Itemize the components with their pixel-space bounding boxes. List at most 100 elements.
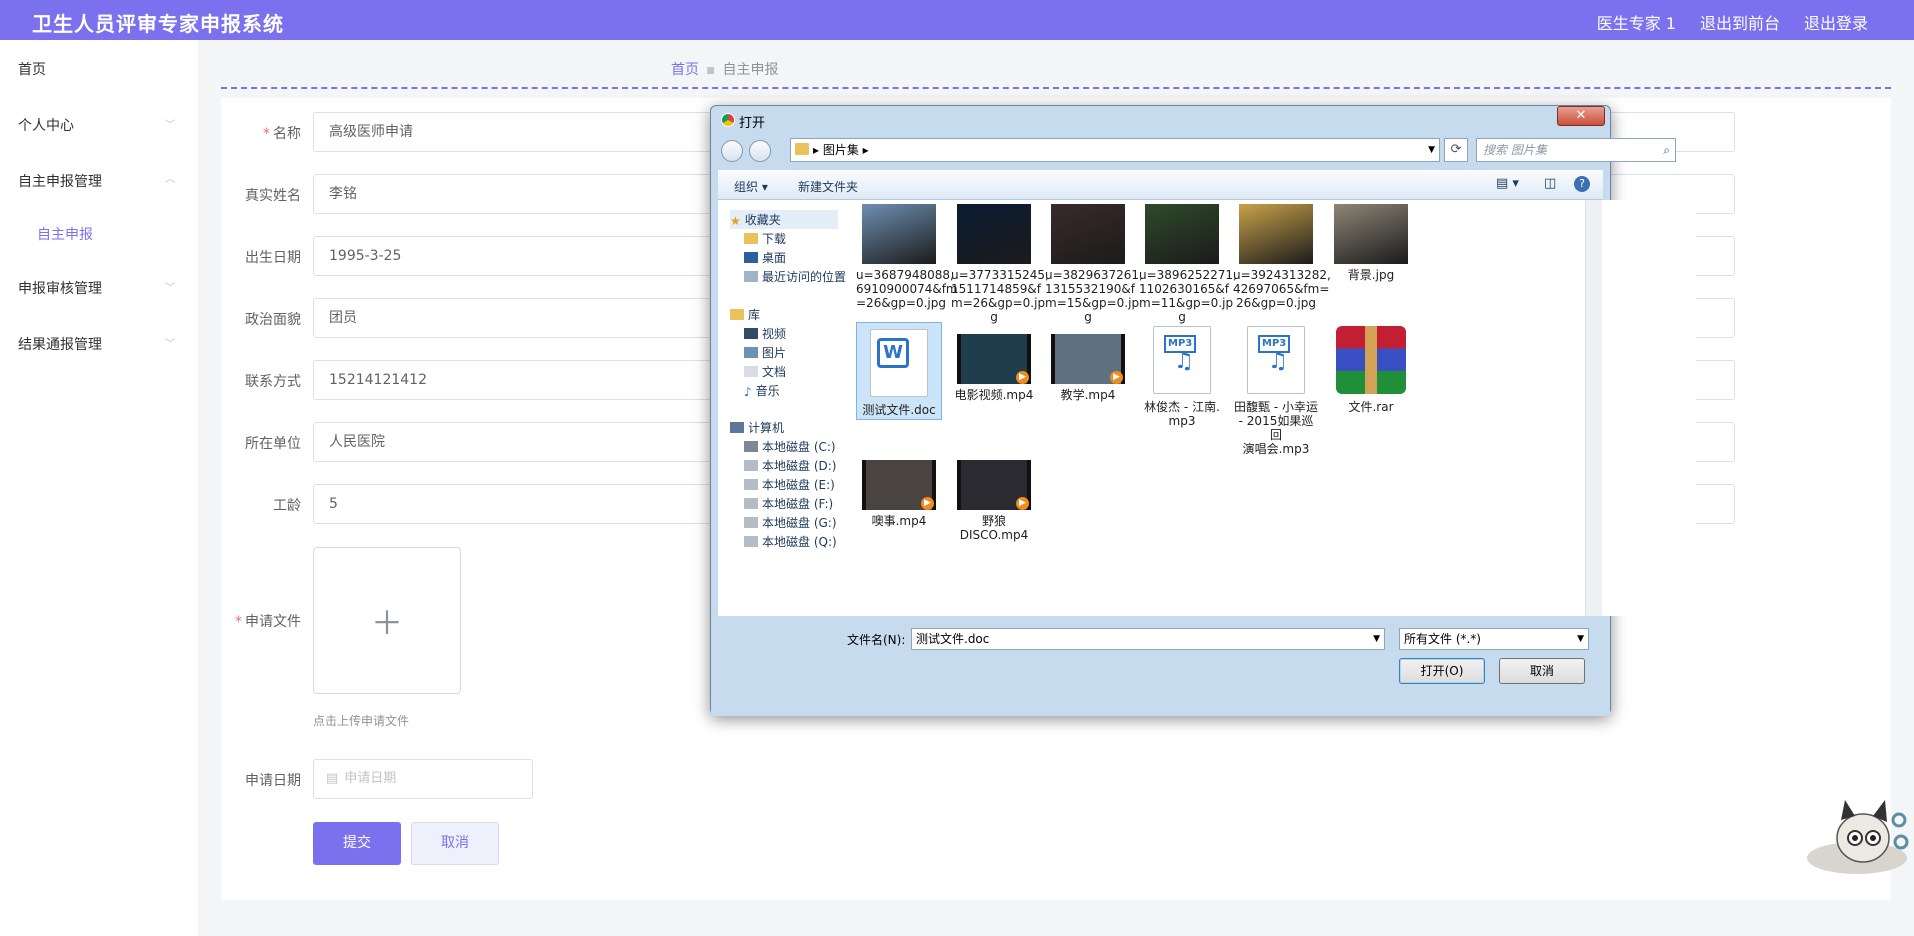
address-bar[interactable]: ▸ 图片集 ▸ ▼ xyxy=(790,138,1440,162)
breadcrumb-home[interactable]: 首页 xyxy=(671,62,699,78)
file-type-select[interactable]: 所有文件 (*.*) ▼ xyxy=(1399,628,1589,650)
filename-input[interactable]: 测试文件.doc ▼ xyxy=(911,628,1385,650)
file-name: u=3687948088, 6910900074&fm =26&gp=0.jpg xyxy=(856,268,958,310)
navigation-pane: ★ 收藏夹 下载 桌面 最近访问的位置 库 视频 图片 文档 ♪ 音乐 计算机 本地… xyxy=(718,200,856,616)
dialog-title: 打开 xyxy=(739,116,766,131)
file-name: 背景.jpg xyxy=(1347,268,1395,282)
phone-label: 联系方式 xyxy=(245,374,301,390)
breadcrumb-current: 自主申报 xyxy=(722,62,779,78)
nav-computer[interactable]: 计算机 xyxy=(730,419,784,436)
forward-button[interactable] xyxy=(749,140,771,162)
chevron-right-icon: ▸ xyxy=(813,143,823,157)
video-thumbnail-icon: ▶ xyxy=(957,334,1031,384)
file-item[interactable]: ▶ 教学.mp4 xyxy=(1045,322,1131,402)
nav-pictures[interactable]: 图片 xyxy=(744,344,786,361)
file-item[interactable]: u=3773315245, 1511714859&f m=26&gp=0.jp … xyxy=(951,204,1049,324)
preview-pane-icon[interactable]: ◫ xyxy=(1544,176,1556,191)
file-name: 田馥甄 - 小幸运 - 2015如果巡回 演唱会.mp3 xyxy=(1234,400,1318,456)
dropdown-icon[interactable]: ▼ xyxy=(1428,139,1435,161)
nav-videos[interactable]: 视频 xyxy=(744,325,786,342)
word-icon: W xyxy=(877,338,909,368)
drive-icon xyxy=(744,498,758,509)
refresh-button[interactable]: ⟳ xyxy=(1444,138,1468,162)
file-list-scrollbar[interactable] xyxy=(1585,200,1602,616)
music-note-icon: ♫ xyxy=(1268,349,1288,374)
open-button[interactable]: 打开(O) xyxy=(1399,658,1485,684)
file-item[interactable]: 背景.jpg xyxy=(1328,204,1414,282)
file-item[interactable]: u=3924313282, 42697065&fm= 26&gp=0.jpg xyxy=(1233,204,1331,310)
sidebar-item-result-mgmt[interactable]: 结果通报管理 xyxy=(18,334,102,354)
filename-label: 文件名(N): xyxy=(847,633,906,647)
nav-drive-g[interactable]: 本地磁盘 (G:) xyxy=(744,514,837,531)
file-item[interactable]: ▶ 电影视频.mp4 xyxy=(951,322,1037,402)
nav-downloads[interactable]: 下载 xyxy=(744,230,786,247)
nav-libraries[interactable]: 库 xyxy=(730,306,760,323)
play-icon: ▶ xyxy=(1110,371,1123,384)
downloads-icon xyxy=(744,233,758,244)
top-bar: 卫生人员评审专家申报系统 医生专家 1 退出到前台 退出登录 xyxy=(0,0,1914,40)
videos-icon xyxy=(744,328,758,339)
divider xyxy=(221,87,1891,89)
nav-drive-f[interactable]: 本地磁盘 (F:) xyxy=(744,495,833,512)
file-item[interactable]: u=3896252271, 1102630165&f m=11&gp=0.jp … xyxy=(1139,204,1237,324)
address-path[interactable]: 图片集 xyxy=(823,143,859,157)
back-button[interactable] xyxy=(721,140,743,162)
mp3-file-icon: MP3 ♫ xyxy=(1247,326,1305,394)
play-icon: ▶ xyxy=(1016,371,1029,384)
help-icon[interactable]: ? xyxy=(1574,176,1590,192)
file-item[interactable]: ▶ 野狼DISCO.mp4 xyxy=(951,448,1037,542)
star-icon: ★ xyxy=(730,214,741,228)
dialog-bottom: 文件名(N): 测试文件.doc ▼ 所有文件 (*.*) ▼ 打开(O) 取消 xyxy=(711,616,1610,716)
back-to-front-link[interactable]: 退出到前台 xyxy=(1700,10,1780,34)
file-item[interactable]: W 测试文件.doc xyxy=(856,322,942,420)
view-options-icon[interactable]: ▤ ▾ xyxy=(1496,176,1519,191)
desktop-icon xyxy=(744,252,758,263)
image-thumbnail xyxy=(1145,204,1219,264)
file-item[interactable]: 文件.rar xyxy=(1328,322,1414,414)
cancel-button[interactable]: 取消 xyxy=(411,822,499,865)
upload-box[interactable]: ＋ xyxy=(313,547,461,694)
dialog-close-button[interactable]: ✕ xyxy=(1557,106,1605,126)
nav-favorites[interactable]: ★ 收藏夹 xyxy=(730,210,838,229)
video-thumbnail-icon: ▶ xyxy=(957,460,1031,510)
logout-link[interactable]: 退出登录 xyxy=(1804,10,1868,34)
play-icon: ▶ xyxy=(1016,497,1029,510)
birth-label: 出生日期 xyxy=(245,250,301,266)
dropdown-icon[interactable]: ▼ xyxy=(1373,629,1380,649)
nav-music[interactable]: ♪ 音乐 xyxy=(744,382,780,399)
file-item[interactable]: MP3 ♫ 田馥甄 - 小幸运 - 2015如果巡回 演唱会.mp3 xyxy=(1233,322,1319,456)
submit-button[interactable]: 提交 xyxy=(313,822,401,865)
search-input[interactable]: 搜索 图片集 ⌕ xyxy=(1476,138,1676,162)
file-name: 林俊杰 - 江南. mp3 xyxy=(1144,400,1220,428)
sidebar-item-review-mgmt[interactable]: 申报审核管理 xyxy=(18,278,102,298)
sidebar-item-self-apply-mgmt[interactable]: 自主申报管理 xyxy=(18,171,102,191)
nav-recent[interactable]: 最近访问的位置 xyxy=(744,268,846,285)
file-name: 野狼DISCO.mp4 xyxy=(959,514,1029,542)
politics-label: 政治面貌 xyxy=(245,312,301,328)
nav-desktop[interactable]: 桌面 xyxy=(744,249,786,266)
date-input[interactable]: ▤ 申请日期 xyxy=(313,759,533,799)
dialog-toolbar: 组织 ▾ 新建文件夹 ▤ ▾ ◫ ? xyxy=(718,170,1603,200)
file-item[interactable]: MP3 ♫ 林俊杰 - 江南. mp3 xyxy=(1139,322,1225,428)
dropdown-icon[interactable]: ▼ xyxy=(1577,629,1584,649)
file-name: 测试文件.doc xyxy=(862,403,936,417)
nav-drive-c[interactable]: 本地磁盘 (C:) xyxy=(744,438,836,455)
nav-documents[interactable]: 文档 xyxy=(744,363,786,380)
sidebar-item-home[interactable]: 首页 xyxy=(18,59,46,79)
file-item[interactable]: u=3829637261, 1315532190&f m=15&gp=0.jp … xyxy=(1045,204,1143,324)
file-item[interactable]: u=3687948088, 6910900074&fm =26&gp=0.jpg xyxy=(856,204,958,310)
name-label: * 名称 xyxy=(263,126,301,142)
organize-menu[interactable]: 组织 ▾ xyxy=(734,178,768,195)
new-folder-button[interactable]: 新建文件夹 xyxy=(798,178,858,195)
nav-drive-q[interactable]: 本地磁盘 (Q:) xyxy=(744,533,837,550)
nav-drive-e[interactable]: 本地磁盘 (E:) xyxy=(744,476,835,493)
user-name[interactable]: 医生专家 1 xyxy=(1597,10,1676,34)
sidebar-subitem-self-apply[interactable]: 自主申报 xyxy=(37,224,93,244)
nav-drive-d[interactable]: 本地磁盘 (D:) xyxy=(744,457,836,474)
file-name: u=3924313282, 42697065&fm= 26&gp=0.jpg xyxy=(1233,268,1331,310)
drive-icon xyxy=(744,441,758,452)
drive-icon xyxy=(744,517,758,528)
file-item[interactable]: ▶ 噢事.mp4 xyxy=(856,448,942,528)
sidebar-item-personal-center[interactable]: 个人中心 xyxy=(18,115,74,135)
dialog-cancel-button[interactable]: 取消 xyxy=(1499,658,1585,684)
